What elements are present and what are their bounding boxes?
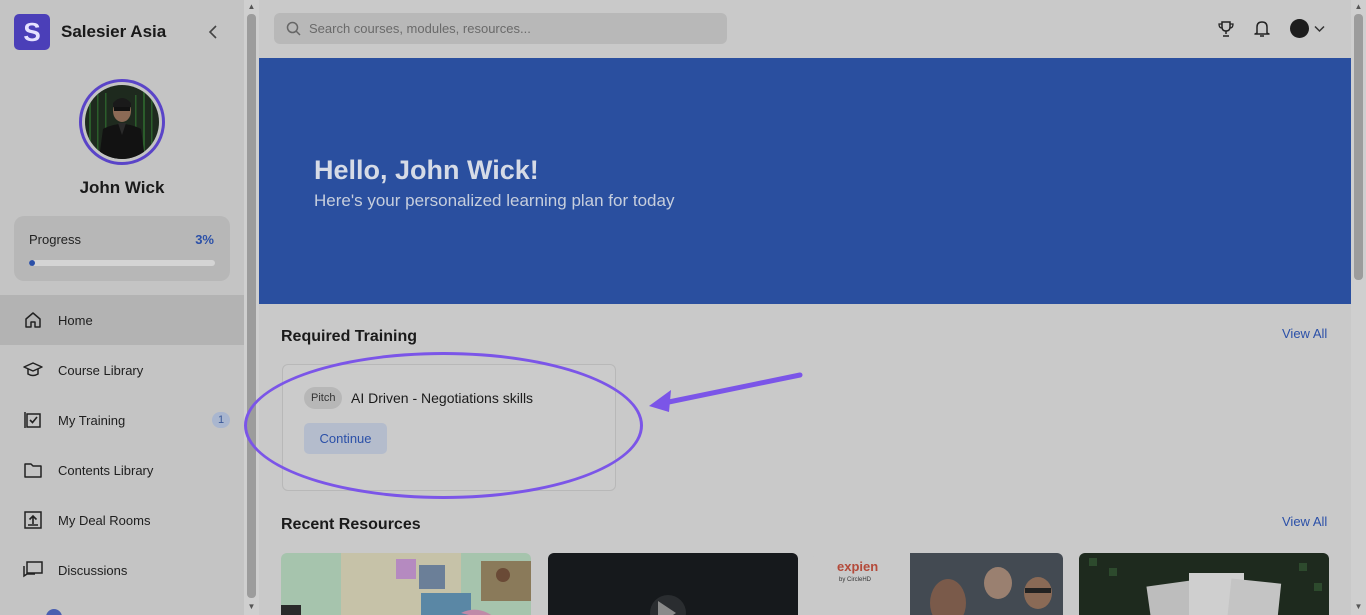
chevron-left-icon xyxy=(208,25,217,39)
user-name: John Wick xyxy=(79,178,165,197)
scroll-down-arrow-icon[interactable]: ▼ xyxy=(247,603,256,611)
progress-label: Progress xyxy=(29,232,82,247)
checklist-icon xyxy=(23,410,43,430)
scroll-up-arrow-icon[interactable]: ▲ xyxy=(1354,3,1363,11)
welcome-title: Hello, John Wick! xyxy=(314,155,539,185)
notifications-button[interactable] xyxy=(1252,19,1272,39)
bell-icon xyxy=(1254,21,1270,37)
progress-card: Progress 3% xyxy=(14,216,230,281)
sidebar-item-label: My Training xyxy=(58,412,126,428)
trophy-button[interactable] xyxy=(1216,19,1236,39)
scroll-down-arrow-icon[interactable]: ▼ xyxy=(1354,603,1363,611)
resource-thumbnail-collage[interactable] xyxy=(281,553,531,615)
expien-brand-subtext: by CircleHD xyxy=(839,577,872,583)
progress-fill xyxy=(29,260,35,266)
training-card-title: AI Driven - Negotiations skills xyxy=(351,390,534,406)
training-count-badge: 1 xyxy=(212,412,230,428)
main-scrollbar[interactable]: ▲ ▼ xyxy=(1351,0,1366,615)
arrow-annotation-icon xyxy=(649,372,803,412)
sidebar-item-label: Discussions xyxy=(58,562,128,578)
sidebar-item-partial-icon xyxy=(46,609,62,615)
search-icon xyxy=(286,21,301,36)
sidebar-item-home[interactable]: Home xyxy=(0,295,244,345)
trophy-icon xyxy=(1218,21,1234,37)
expien-brand-text: expien xyxy=(837,559,879,574)
sidebar-scrollbar-thumb[interactable] xyxy=(247,14,256,598)
required-training-title: Required Training xyxy=(281,328,418,345)
brand[interactable]: S Salesier Asia xyxy=(14,14,166,50)
sidebar-item-my-training[interactable]: My Training 1 xyxy=(0,395,244,445)
recent-resources-view-all-link[interactable]: View All xyxy=(1282,514,1327,529)
user-menu[interactable] xyxy=(1290,19,1325,38)
main-scrollbar-thumb[interactable] xyxy=(1354,14,1363,280)
training-card[interactable]: Pitch AI Driven - Negotiations skills Co… xyxy=(282,364,616,491)
sidebar-scrollbar[interactable]: ▲ ▼ xyxy=(244,0,259,615)
sidebar-item-label: Course Library xyxy=(58,362,144,378)
brand-logo[interactable]: S xyxy=(14,14,50,50)
user-avatar-small xyxy=(1290,19,1309,38)
avatar-ring xyxy=(79,79,165,165)
recent-resources-title: Recent Resources xyxy=(281,516,421,533)
brand-name: Salesier Asia xyxy=(61,22,167,41)
scroll-up-arrow-icon[interactable]: ▲ xyxy=(247,3,256,11)
collapse-sidebar-button[interactable] xyxy=(204,22,224,42)
sidebar-item-label: Home xyxy=(58,312,93,328)
resource-thumbnail-expien[interactable]: expien by CircleHD xyxy=(813,553,1063,615)
sidebar-item-label: Contents Library xyxy=(58,462,154,478)
category-tag: Pitch xyxy=(304,387,343,409)
chat-icon xyxy=(23,560,43,580)
resource-thumbnail-video[interactable] xyxy=(548,553,798,615)
chevron-down-icon xyxy=(1314,25,1325,32)
sidebar: S Salesier Asia John Wick Progress 3% Ho… xyxy=(0,0,244,615)
sidebar-item-discussions[interactable]: Discussions xyxy=(0,545,244,595)
sidebar-nav: Home Course Library My Training 1 Conten… xyxy=(0,295,244,595)
folder-icon xyxy=(23,460,43,480)
resource-thumbnail-documents[interactable] xyxy=(1079,553,1329,615)
search-box[interactable] xyxy=(274,13,727,44)
sidebar-item-contents-library[interactable]: Contents Library xyxy=(0,445,244,495)
progress-bar xyxy=(29,260,215,266)
avatar[interactable] xyxy=(85,85,159,159)
graduation-cap-icon xyxy=(23,360,43,380)
progress-value: 3% xyxy=(195,232,214,247)
sidebar-item-my-deal-rooms[interactable]: My Deal Rooms xyxy=(0,495,244,545)
continue-button[interactable]: Continue xyxy=(304,423,387,454)
welcome-subtitle: Here's your personalized learning plan f… xyxy=(314,191,675,210)
required-training-view-all-link[interactable]: View All xyxy=(1282,326,1327,341)
top-bar xyxy=(259,0,1351,58)
sidebar-item-course-library[interactable]: Course Library xyxy=(0,345,244,395)
upload-box-icon xyxy=(23,510,43,530)
sidebar-item-label: My Deal Rooms xyxy=(58,512,151,528)
welcome-banner: Hello, John Wick! Here's your personaliz… xyxy=(259,58,1351,304)
home-icon xyxy=(23,310,43,330)
search-input[interactable] xyxy=(309,21,709,36)
